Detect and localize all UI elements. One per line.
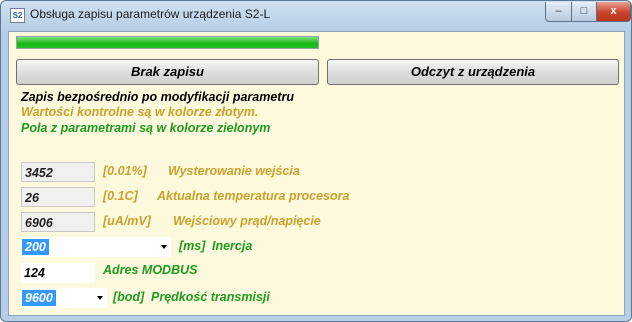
input-current-value: 6906 xyxy=(21,212,95,232)
info-line-3: Pola z parametrami są w kolorze zielonym xyxy=(21,121,271,135)
cpu-temp-value: 26 xyxy=(21,187,95,207)
maximize-button[interactable]: □ xyxy=(571,2,597,22)
write-progress-bar xyxy=(16,36,319,49)
cpu-temp-unit: [0.1C] xyxy=(103,189,138,203)
modbus-address-label: Adres MODBUS xyxy=(103,263,198,277)
baud-rate-value: 9600 xyxy=(22,290,56,306)
input-drive-value: 3452 xyxy=(21,162,95,182)
info-line-2: Wartości kontrolne są w kolorze złotym. xyxy=(21,105,259,119)
inertia-unit: [ms] xyxy=(179,239,206,253)
no-write-button[interactable]: Brak zapisu xyxy=(16,59,319,85)
window-title: Obsługa zapisu parametrów urządzenia S2-… xyxy=(30,7,271,21)
input-drive-label: Wysterowanie wejścia xyxy=(168,164,300,178)
minimize-button[interactable]: – xyxy=(545,2,572,22)
cpu-temp-label: Aktualna temperatura procesora xyxy=(157,189,350,203)
app-window: S2 Obsługa zapisu parametrów urządzenia … xyxy=(0,0,632,322)
close-button[interactable]: x xyxy=(596,2,631,22)
modbus-address-input[interactable]: 124 xyxy=(21,263,95,283)
info-line-1: Zapis bezpośrednio po modyfikacji parame… xyxy=(21,90,294,104)
inertia-label: Inercja xyxy=(212,239,253,253)
client-area: Brak zapisu Odczyt z urządzenia Zapis be… xyxy=(8,31,625,316)
inertia-dropdown[interactable]: 200 xyxy=(21,237,171,257)
input-current-unit: [uA/mV] xyxy=(103,214,151,228)
input-current-label: Wejściowy prąd/napięcie xyxy=(173,214,321,228)
app-icon: S2 xyxy=(10,8,25,23)
progress-fill xyxy=(17,37,318,48)
chevron-down-icon[interactable] xyxy=(97,296,103,300)
baud-rate-dropdown[interactable]: 9600 xyxy=(21,288,107,308)
read-device-button[interactable]: Odczyt z urządzenia xyxy=(327,59,619,85)
title-bar[interactable]: S2 Obsługa zapisu parametrów urządzenia … xyxy=(1,1,631,31)
inertia-value: 200 xyxy=(22,239,49,255)
baud-rate-unit: [bod] xyxy=(113,290,145,304)
baud-rate-label: Prędkość transmisji xyxy=(151,290,270,304)
chevron-down-icon[interactable] xyxy=(161,245,167,249)
input-drive-unit: [0.01%] xyxy=(103,164,147,178)
